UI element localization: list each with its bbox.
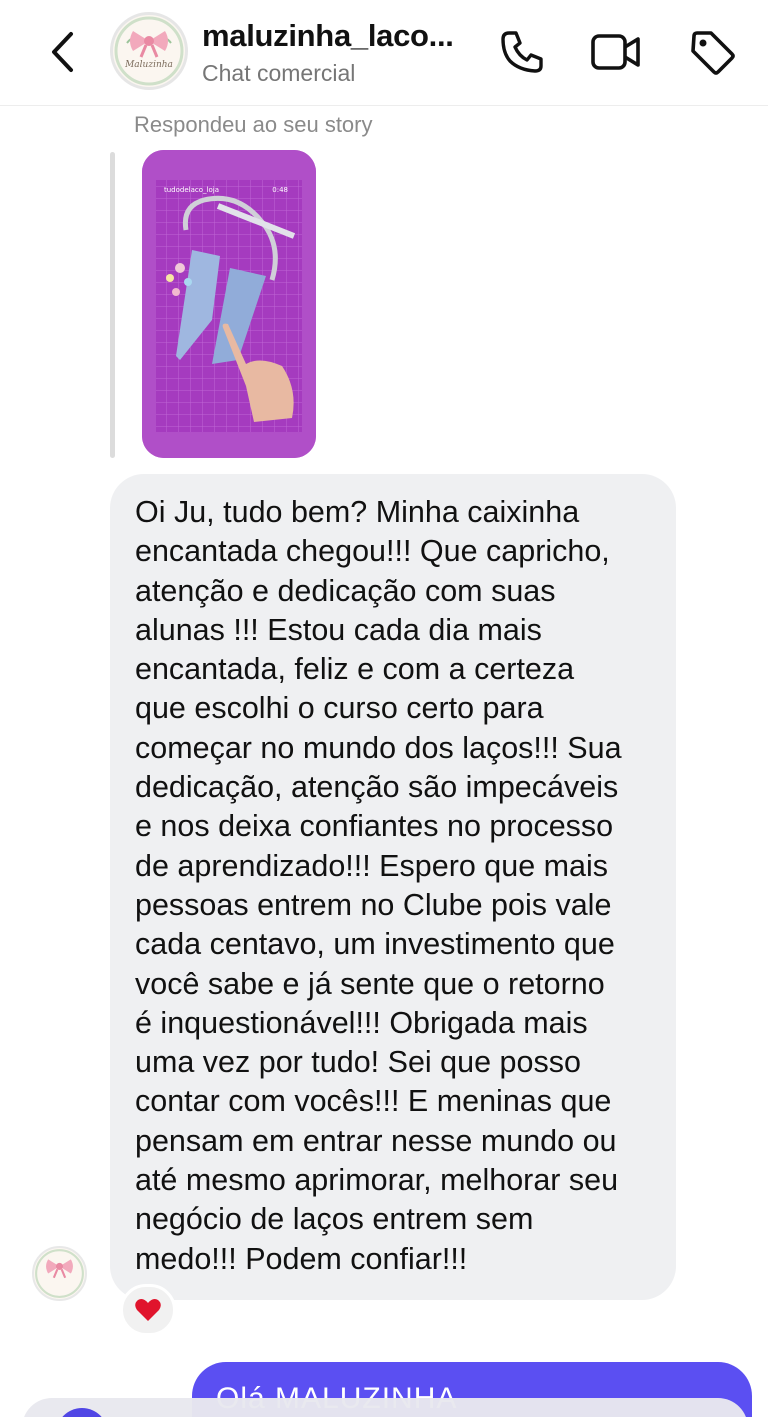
story-reply-label: Respondeu ao seu story [134,112,373,137]
logo-text: Maluzinha [124,60,173,70]
camera-button[interactable] [56,1408,108,1417]
heart-icon [135,1299,161,1321]
bow-logo-icon [35,1249,84,1298]
sender-avatar[interactable] [32,1246,87,1301]
message-composer[interactable] [22,1398,748,1417]
story-image: tudodelaco_loja 0:48 [142,150,316,458]
tag-icon [691,31,735,75]
back-button[interactable] [40,28,84,76]
call-button[interactable] [496,26,548,78]
heart-reaction[interactable] [120,1284,176,1336]
video-camera-icon [591,34,640,70]
chat-title[interactable]: maluzinha_laco... [202,18,477,54]
story-duration: 0:48 [272,186,288,194]
story-account-name: tudodelaco_loja [164,186,219,194]
chat-subtitle: Chat comercial [202,60,356,86]
label-button[interactable] [686,26,738,78]
phone-icon [501,31,543,73]
chat-header: Maluzinha maluzinha_laco... Chat comerci… [0,0,768,106]
contact-avatar[interactable]: Maluzinha [110,12,188,90]
received-message-bubble[interactable]: Oi Ju, tudo bem? Minha caixinha encantad… [110,474,676,1300]
back-chevron-icon [52,32,73,72]
story-thumbnail[interactable]: tudodelaco_loja 0:48 [142,150,316,458]
video-call-button[interactable] [590,26,642,78]
bow-logo-icon: Maluzinha [114,16,184,86]
reply-quote-bar [110,152,115,458]
